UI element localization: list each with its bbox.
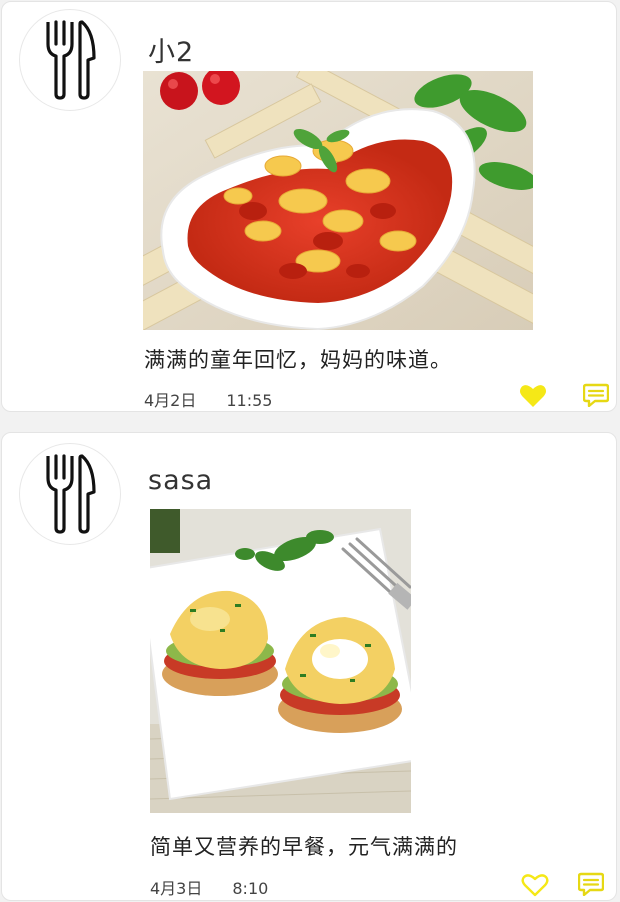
post-card: sasa 简单又营养的早餐，元气满满的 4月3日 8:10 — [1, 432, 617, 901]
like-button[interactable] — [517, 382, 549, 410]
fork-knife-icon — [46, 20, 96, 100]
post-meta: 4月3日 8:10 — [150, 875, 268, 899]
tomato-egg-dish-photo[interactable] — [143, 71, 533, 330]
post-caption: 简单又营养的早餐，元气满满的 — [150, 835, 458, 859]
eggs-benedict-photo[interactable] — [150, 509, 411, 813]
comment-button[interactable] — [577, 871, 605, 897]
avatar[interactable] — [19, 443, 121, 545]
heart-filled-icon — [519, 385, 547, 407]
comment-icon — [578, 872, 604, 896]
post-card: 小2 满满的童年回忆，妈妈的味道。 4月2日 11:55 — [1, 1, 617, 412]
post-caption: 满满的童年回忆，妈妈的味道。 — [144, 348, 452, 372]
heart-outline-icon — [521, 874, 549, 897]
like-button[interactable] — [520, 872, 550, 898]
post-time: 8:10 — [232, 879, 269, 898]
post-date: 4月2日 — [144, 391, 197, 410]
post-date: 4月3日 — [150, 879, 203, 898]
avatar[interactable] — [19, 9, 121, 111]
username[interactable]: 小2 — [148, 30, 194, 69]
comment-icon — [583, 383, 609, 407]
username[interactable]: sasa — [148, 465, 213, 496]
post-meta: 4月2日 11:55 — [144, 387, 272, 411]
post-time: 11:55 — [226, 391, 273, 410]
fork-knife-icon — [46, 454, 96, 534]
comment-button[interactable] — [582, 382, 610, 408]
